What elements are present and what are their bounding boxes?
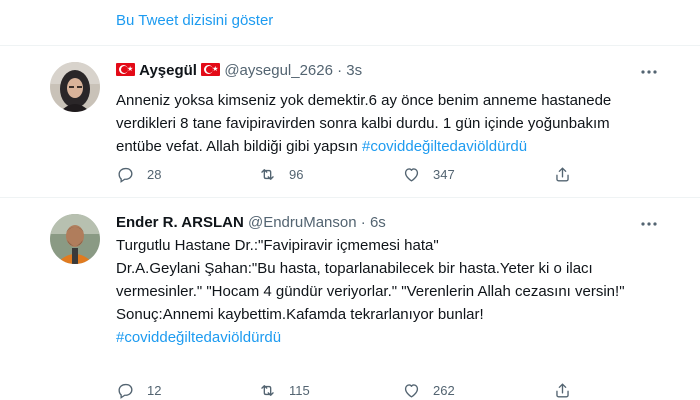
retweet-icon: [261, 384, 274, 396]
retweet-button[interactable]: 96: [258, 164, 303, 184]
reply-icon: [118, 167, 133, 183]
separator-dot: ·: [360, 214, 366, 231]
retweet-icon: [261, 168, 274, 180]
like-count: 347: [433, 166, 455, 182]
tweet-actions: 12 115 262: [116, 380, 596, 400]
separator-dot: ·: [337, 62, 343, 79]
show-thread-label[interactable]: Bu Tweet dizisini göster: [116, 12, 273, 29]
share-icon: [556, 166, 569, 182]
retweet-count: 96: [289, 166, 304, 182]
tweet-text: Turgutlu Hastane Dr.:"Favipiravir içmeme…: [116, 234, 656, 349]
tweet-line: Dr.A.Geylani Şahan:"Bu hasta, toparlanab…: [116, 260, 625, 300]
tweet[interactable]: Ender R. ARSLAN @EndruManson · 6s Turgut…: [0, 198, 700, 400]
heart-icon: [404, 167, 419, 182]
tweet-header: ★ Ayşegül ★ @aysegul_2626 · 3s: [116, 61, 362, 81]
more-options-icon[interactable]: [640, 215, 658, 233]
tweet-actions: 28 96 347: [116, 164, 596, 184]
tweet-line: Turgutlu Hastane Dr.:"Favipiravir içmeme…: [116, 237, 439, 254]
share-button[interactable]: [553, 380, 572, 400]
author-name[interactable]: Ayşegül: [139, 62, 197, 79]
show-thread-link[interactable]: Bu Tweet dizisini göster: [0, 0, 700, 46]
hashtag-link[interactable]: #coviddeğiltedaviöldürdü: [116, 326, 656, 349]
reply-count: 28: [147, 166, 162, 182]
like-button[interactable]: 262: [402, 380, 455, 400]
reply-button[interactable]: 28: [116, 164, 161, 184]
tweet-line: Sonuç:Annemi kaybettim.Kafamda tekrarlan…: [116, 306, 484, 323]
like-count: 262: [433, 382, 455, 398]
hashtag-link[interactable]: #coviddeğiltedaviöldürdü: [362, 138, 527, 155]
tweet-header: Ender R. ARSLAN @EndruManson · 6s: [116, 213, 386, 233]
avatar[interactable]: [50, 62, 100, 112]
retweet-count: 115: [289, 382, 310, 398]
like-button[interactable]: 347: [402, 164, 455, 184]
author-handle[interactable]: @aysegul_2626: [224, 62, 333, 79]
author-name[interactable]: Ender R. ARSLAN: [116, 214, 244, 231]
reply-count: 12: [147, 382, 162, 398]
share-button[interactable]: [553, 164, 572, 184]
tweet-time[interactable]: 6s: [370, 214, 386, 231]
turkey-flag-icon: ★: [201, 63, 221, 76]
heart-icon: [404, 383, 419, 398]
more-options-icon[interactable]: [640, 63, 658, 81]
tweet[interactable]: ★ Ayşegül ★ @aysegul_2626 · 3s Anneniz y…: [0, 46, 700, 198]
avatar[interactable]: [50, 214, 100, 264]
tweet-time[interactable]: 3s: [346, 62, 362, 79]
author-handle[interactable]: @EndruManson: [248, 214, 357, 231]
turkey-flag-icon: ★: [116, 63, 135, 76]
retweet-button[interactable]: 115: [258, 380, 310, 400]
share-icon: [556, 382, 569, 398]
reply-button[interactable]: 12: [116, 380, 161, 400]
tweet-text: Anneniz yoksa kimseniz yok demektir.6 ay…: [116, 89, 656, 158]
reply-icon: [118, 383, 133, 399]
